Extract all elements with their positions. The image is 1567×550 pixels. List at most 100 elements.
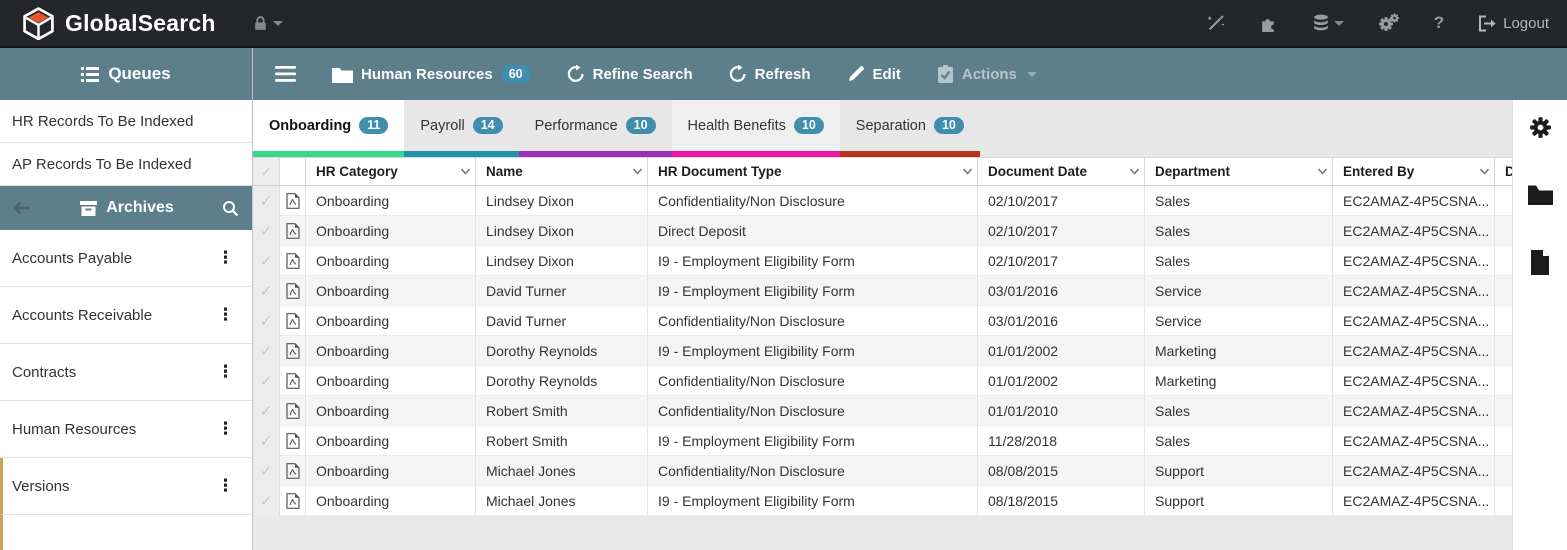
result-tab[interactable]: Payroll 14 [404, 100, 518, 157]
row-pdf-icon-cell[interactable] [280, 366, 306, 395]
column-header-label: HR Category [316, 164, 456, 179]
table-row[interactable]: ✓OnboardingDavid TurnerI9 - Employment E… [253, 276, 1512, 306]
column-chevron-icon[interactable] [962, 168, 973, 175]
edit-button[interactable]: Edit [847, 65, 901, 83]
table-row[interactable]: ✓OnboardingRobert SmithConfidentiality/N… [253, 396, 1512, 426]
archive-item[interactable]: Contracts ⋮ [0, 344, 252, 401]
pdf-file-icon [286, 493, 300, 509]
settings-gears-icon[interactable] [1378, 13, 1400, 33]
table-cell: EC2AMAZ-4P5CSNA... [1333, 306, 1495, 335]
doc-icon-column-header [280, 158, 306, 185]
refine-search-button[interactable]: Refine Search [567, 65, 693, 83]
row-pdf-icon-cell[interactable] [280, 306, 306, 335]
row-checkbox[interactable]: ✓ [253, 276, 280, 305]
queues-header[interactable]: Queues [0, 48, 252, 100]
row-pdf-icon-cell[interactable] [280, 216, 306, 245]
column-header[interactable]: Da [1495, 158, 1512, 185]
table-cell: Robert Smith [476, 426, 648, 455]
lock-menu[interactable] [252, 15, 283, 32]
table-row[interactable]: ✓OnboardingDorothy ReynoldsI9 - Employme… [253, 336, 1512, 366]
column-header[interactable]: HR Document Type [648, 158, 978, 185]
search-icon[interactable] [222, 200, 239, 217]
row-pdf-icon-cell[interactable] [280, 246, 306, 275]
kebab-menu-icon[interactable]: ⋮ [211, 248, 240, 268]
table-row[interactable]: ✓OnboardingLindsey DixonConfidentiality/… [253, 186, 1512, 216]
actions-button[interactable]: Actions [937, 65, 1037, 83]
logout-button[interactable]: Logout [1478, 15, 1549, 32]
table-row[interactable]: ✓OnboardingMichael JonesConfidentiality/… [253, 456, 1512, 486]
plugin-icon[interactable] [1259, 14, 1278, 33]
queue-item[interactable]: HR Records To Be Indexed [0, 100, 252, 143]
table-row[interactable]: ✓OnboardingLindsey DixonDirect Deposit02… [253, 216, 1512, 246]
row-pdf-icon-cell[interactable] [280, 456, 306, 485]
result-tab[interactable]: Onboarding 11 [253, 100, 404, 157]
table-row[interactable]: ✓OnboardingDavid TurnerConfidentiality/N… [253, 306, 1512, 336]
row-pdf-icon-cell[interactable] [280, 336, 306, 365]
row-checkbox[interactable]: ✓ [253, 486, 280, 515]
right-icon-rail [1512, 100, 1567, 550]
column-header[interactable]: HR Category [306, 158, 476, 185]
row-checkbox[interactable]: ✓ [253, 246, 280, 275]
column-chevron-icon[interactable] [1479, 168, 1490, 175]
archive-item[interactable]: Accounts Payable ⋮ [0, 230, 252, 287]
row-checkbox[interactable]: ✓ [253, 186, 280, 215]
refresh-button[interactable]: Refresh [729, 65, 811, 83]
back-arrow-icon[interactable] [13, 200, 32, 216]
column-header[interactable]: Name [476, 158, 648, 185]
queue-item[interactable]: AP Records To Be Indexed [0, 143, 252, 186]
column-header[interactable]: Department [1145, 158, 1333, 185]
kebab-menu-icon[interactable]: ⋮ [211, 476, 240, 496]
document-panel-icon[interactable] [1530, 250, 1550, 280]
wand-icon[interactable] [1206, 14, 1225, 33]
row-pdf-icon-cell[interactable] [280, 426, 306, 455]
table-row[interactable]: ✓OnboardingDorothy ReynoldsConfidentiali… [253, 366, 1512, 396]
column-chevron-icon[interactable] [1129, 168, 1140, 175]
table-cell: Sales [1145, 246, 1333, 275]
table-row[interactable]: ✓OnboardingMichael JonesI9 - Employment … [253, 486, 1512, 516]
select-all-checkbox[interactable]: ✓ [253, 158, 280, 185]
table-cell: Onboarding [306, 426, 476, 455]
result-tab[interactable]: Health Benefits 10 [672, 100, 840, 157]
menu-hamburger-button[interactable] [275, 66, 296, 82]
row-checkbox[interactable]: ✓ [253, 366, 280, 395]
table-cell: Support [1145, 456, 1333, 485]
row-checkbox[interactable]: ✓ [253, 396, 280, 425]
table-row[interactable]: ✓OnboardingLindsey DixonI9 - Employment … [253, 246, 1512, 276]
folder-panel-icon[interactable] [1528, 185, 1553, 210]
column-chevron-icon[interactable] [632, 168, 643, 175]
archive-item[interactable]: Versions ⋮ [0, 458, 252, 515]
settings-gear-icon[interactable] [1528, 115, 1553, 145]
kebab-menu-icon[interactable]: ⋮ [211, 362, 240, 382]
table-cell [1495, 306, 1512, 335]
table-cell [1495, 486, 1512, 515]
result-tab[interactable]: Separation 10 [840, 100, 980, 157]
archive-item[interactable]: Human Resources ⋮ [0, 401, 252, 458]
tab-label: Health Benefits [688, 118, 786, 134]
table-cell: Marketing [1145, 366, 1333, 395]
row-pdf-icon-cell[interactable] [280, 186, 306, 215]
row-checkbox[interactable]: ✓ [253, 306, 280, 335]
table-row[interactable]: ✓OnboardingRobert SmithI9 - Employment E… [253, 426, 1512, 456]
kebab-menu-icon[interactable]: ⋮ [211, 419, 240, 439]
column-header[interactable]: Document Date [978, 158, 1145, 185]
row-pdf-icon-cell[interactable] [280, 396, 306, 425]
row-checkbox[interactable]: ✓ [253, 426, 280, 455]
row-pdf-icon-cell[interactable] [280, 276, 306, 305]
row-pdf-icon-cell[interactable] [280, 486, 306, 515]
column-chevron-icon[interactable] [460, 168, 471, 175]
row-checkbox[interactable]: ✓ [253, 216, 280, 245]
database-menu[interactable] [1312, 14, 1344, 33]
table-cell: I9 - Employment Eligibility Form [648, 486, 978, 515]
help-icon[interactable]: ? [1434, 13, 1444, 33]
column-header[interactable]: Entered By [1333, 158, 1495, 185]
kebab-menu-icon[interactable]: ⋮ [211, 305, 240, 325]
archive-item-label: Accounts Payable [12, 250, 211, 267]
result-tab[interactable]: Performance 10 [519, 100, 672, 157]
archive-item[interactable]: Accounts Receivable ⋮ [0, 287, 252, 344]
table-cell: 03/01/2016 [978, 276, 1145, 305]
column-chevron-icon[interactable] [1317, 168, 1328, 175]
row-checkbox[interactable]: ✓ [253, 456, 280, 485]
current-archive[interactable]: Human Resources 60 [332, 65, 531, 83]
refresh-label: Refresh [755, 66, 811, 83]
row-checkbox[interactable]: ✓ [253, 336, 280, 365]
